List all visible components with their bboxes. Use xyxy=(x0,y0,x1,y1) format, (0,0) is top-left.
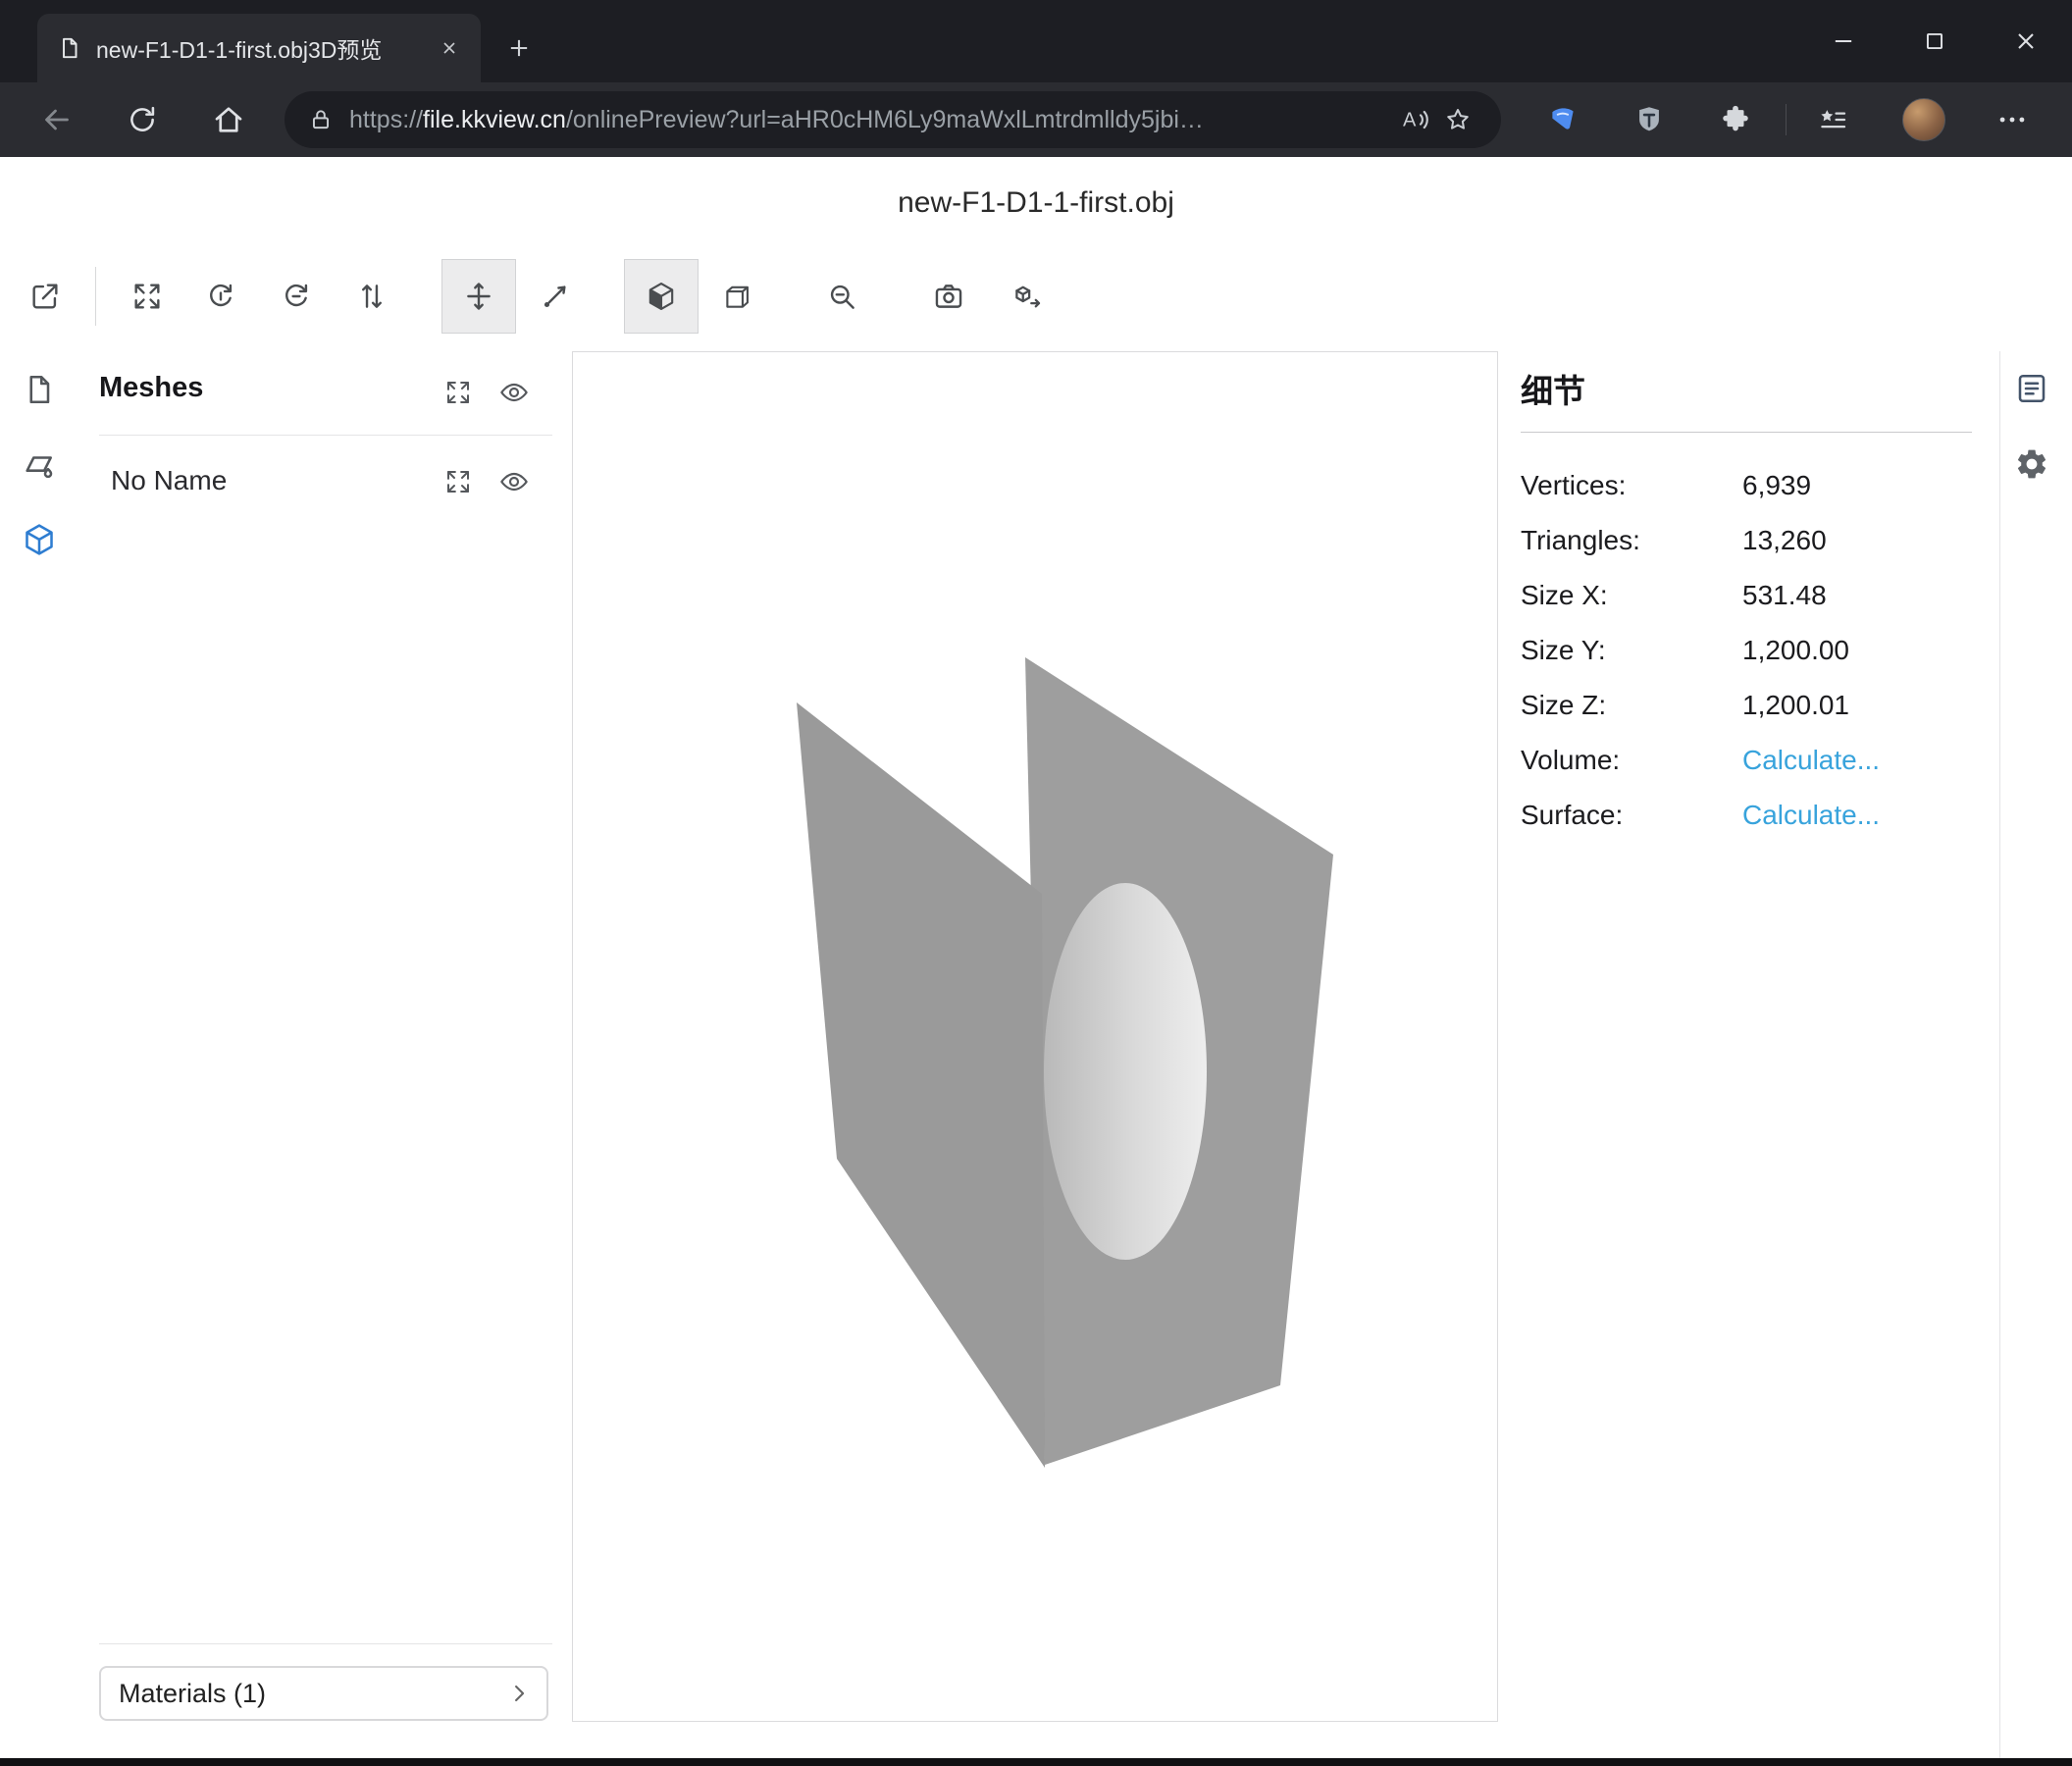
meshes-expand-button[interactable] xyxy=(440,375,476,410)
svg-text:A: A xyxy=(1403,110,1417,131)
detail-value: 13,260 xyxy=(1742,525,1827,556)
toolbar-divider xyxy=(95,267,96,326)
screenshot-button[interactable] xyxy=(911,259,986,334)
more-menu-button[interactable] xyxy=(1989,96,2036,143)
close-button[interactable] xyxy=(1993,0,2059,82)
maximize-button[interactable] xyxy=(1901,0,1968,82)
detail-label: Volume: xyxy=(1521,745,1742,776)
favorite-star-button[interactable] xyxy=(1436,98,1479,141)
move-vertical-button[interactable] xyxy=(441,259,516,334)
details-panel: 细节 Vertices: 6,939 Triangles: 13,260 Siz… xyxy=(1521,365,1972,843)
detail-row-volume: Volume: Calculate... xyxy=(1521,733,1972,788)
materials-divider xyxy=(99,1643,552,1644)
open-external-button[interactable] xyxy=(8,259,82,334)
right-strip xyxy=(1999,351,2072,1758)
browser-tab[interactable]: new-F1-D1-1-first.obj3D预览 xyxy=(37,14,481,82)
rotate-z-button[interactable] xyxy=(259,259,334,334)
detail-label: Size X: xyxy=(1521,580,1742,611)
browser-window: new-F1-D1-1-first.obj3D预览 xyxy=(0,0,2072,1766)
rotate-x-button[interactable] xyxy=(183,259,258,334)
tab-close-icon[interactable] xyxy=(432,30,467,66)
details-header: 细节 xyxy=(1521,365,1972,410)
mesh-item-visibility-button[interactable] xyxy=(496,464,532,499)
bottom-edge xyxy=(0,1758,2072,1766)
detail-row-size-z: Size Z: 1,200.01 xyxy=(1521,678,1972,733)
meshes-divider xyxy=(99,435,552,436)
detail-label: Size Z: xyxy=(1521,690,1742,721)
model-cube-button[interactable] xyxy=(12,512,67,567)
mesh-item[interactable]: No Name xyxy=(111,465,227,496)
detail-label: Surface: xyxy=(1521,800,1742,831)
detail-row-surface: Surface: Calculate... xyxy=(1521,788,1972,843)
detail-value: 1,200.01 xyxy=(1742,690,1849,721)
navbar: https://file.kkview.cn/onlinePreview?url… xyxy=(0,82,2072,157)
model-viewport[interactable] xyxy=(572,351,1498,1722)
mesh-item-expand-button[interactable] xyxy=(440,464,476,499)
calculate-volume-link[interactable]: Calculate... xyxy=(1742,745,1880,776)
measure-button[interactable] xyxy=(804,259,879,334)
fit-view-button[interactable] xyxy=(110,259,184,334)
detail-row-triangles: Triangles: 13,260 xyxy=(1521,513,1972,568)
lock-icon xyxy=(308,107,334,132)
tab-title: new-F1-D1-1-first.obj3D预览 xyxy=(96,31,418,65)
swap-vertical-button[interactable] xyxy=(335,259,409,334)
new-tab-button[interactable] xyxy=(496,26,542,71)
details-list-button[interactable] xyxy=(2014,371,2049,406)
read-aloud-button[interactable]: A xyxy=(1393,98,1436,141)
favorites-bar-icon[interactable] xyxy=(1809,96,1856,143)
box-button[interactable] xyxy=(700,259,775,334)
materials-button[interactable]: Materials (1) xyxy=(99,1666,548,1721)
detail-row-vertices: Vertices: 6,939 xyxy=(1521,458,1972,513)
details-divider xyxy=(1521,432,1972,433)
cube-half-button[interactable] xyxy=(624,259,699,334)
details-rows: Vertices: 6,939 Triangles: 13,260 Size X… xyxy=(1521,458,1972,843)
nav-divider xyxy=(1786,104,1787,135)
detail-row-size-y: Size Y: 1,200.00 xyxy=(1521,623,1972,678)
model-render xyxy=(573,352,1497,1721)
export-model-button[interactable] xyxy=(990,259,1064,334)
chevron-right-icon xyxy=(505,1680,533,1707)
minimize-button[interactable] xyxy=(1810,0,1877,82)
detail-value: 1,200.00 xyxy=(1742,635,1849,666)
profile-avatar[interactable] xyxy=(1902,98,1945,141)
materials-tool-button[interactable] xyxy=(12,438,67,493)
document-tab-button[interactable] xyxy=(12,362,67,417)
toolbar xyxy=(0,259,2072,334)
url-text: https://file.kkview.cn/onlinePreview?url… xyxy=(349,106,1393,134)
detail-label: Vertices: xyxy=(1521,470,1742,501)
materials-label: Materials (1) xyxy=(119,1679,266,1709)
detail-label: Size Y: xyxy=(1521,635,1742,666)
titlebar: new-F1-D1-1-first.obj3D预览 xyxy=(0,0,2072,82)
line-tool-button[interactable] xyxy=(518,259,593,334)
shield-extension-icon[interactable] xyxy=(1626,96,1673,143)
calculate-surface-link[interactable]: Calculate... xyxy=(1742,800,1880,831)
page-title: new-F1-D1-1-first.obj xyxy=(0,186,2072,220)
settings-gear-button[interactable] xyxy=(2014,446,2049,482)
extensions-puzzle-icon[interactable] xyxy=(1712,96,1759,143)
home-button[interactable] xyxy=(205,96,252,143)
address-bar[interactable]: https://file.kkview.cn/onlinePreview?url… xyxy=(285,91,1501,148)
detail-row-size-x: Size X: 531.48 xyxy=(1521,568,1972,623)
detail-label: Triangles: xyxy=(1521,525,1742,556)
detail-value: 6,939 xyxy=(1742,470,1811,501)
document-favicon xyxy=(57,35,82,61)
back-button[interactable] xyxy=(33,96,80,143)
meshes-visibility-button[interactable] xyxy=(496,375,532,410)
meshes-header: Meshes xyxy=(99,372,203,404)
refresh-button[interactable] xyxy=(119,96,166,143)
extension-blue-icon[interactable] xyxy=(1539,96,1586,143)
detail-value: 531.48 xyxy=(1742,580,1827,611)
